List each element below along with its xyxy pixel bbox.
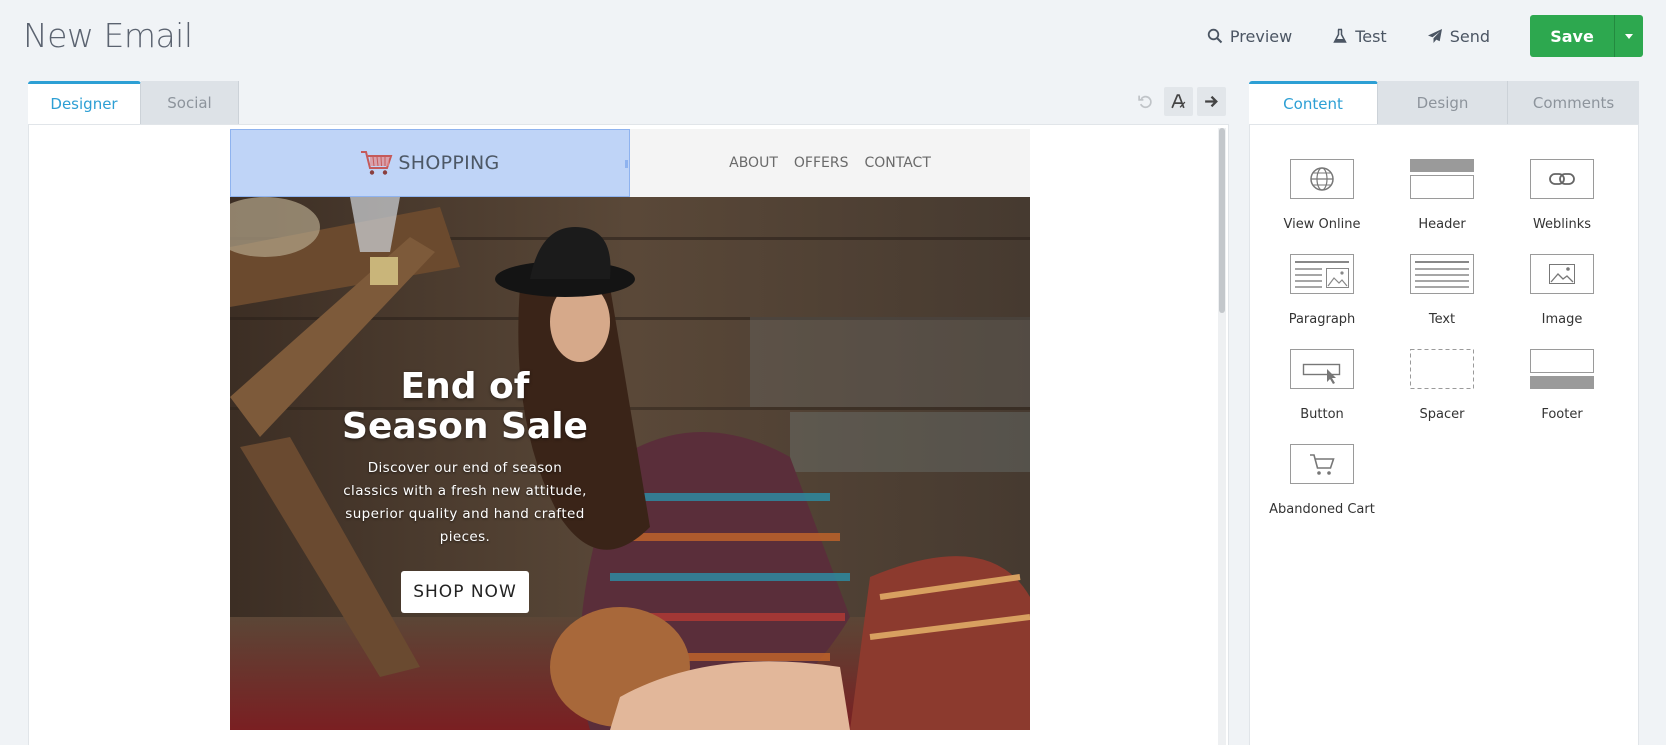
tab-content[interactable]: Content [1249, 81, 1378, 124]
forward-button[interactable] [1197, 87, 1226, 116]
email-brand-block[interactable]: SHOPPING [230, 129, 630, 197]
hero-description: Discover our end of season classics with… [343, 460, 587, 545]
text-block-icon [1410, 254, 1474, 294]
block-view-online[interactable]: View Online [1262, 159, 1382, 232]
save-button[interactable]: Save [1530, 15, 1614, 57]
block-weblinks[interactable]: Weblinks [1502, 159, 1622, 232]
image-block-icon [1530, 254, 1594, 294]
font-settings-button[interactable] [1164, 87, 1193, 116]
content-blocks: View Online Header Weblinks Paragraph Te… [1250, 159, 1640, 517]
hero-title-line-1: End of [400, 366, 530, 407]
block-spacer[interactable]: Spacer [1382, 349, 1502, 422]
scrollbar-thumb[interactable] [1219, 128, 1225, 313]
test-button[interactable]: Test [1332, 27, 1387, 46]
shop-now-button[interactable]: SHOP NOW [401, 571, 529, 613]
paragraph-block-icon [1290, 254, 1354, 294]
tab-design[interactable]: Design [1378, 81, 1508, 124]
email-nav-contact[interactable]: CONTACT [864, 155, 930, 171]
editor-toolbar [1131, 87, 1226, 116]
editor-tabs: Designer Social [28, 81, 1229, 124]
cart-icon [1290, 444, 1354, 484]
link-icon [1530, 159, 1594, 199]
globe-icon [1290, 159, 1354, 199]
block-footer[interactable]: Footer [1502, 349, 1622, 422]
email-header: SHOPPING ABOUT OFFERS CONTACT [230, 129, 1030, 197]
block-text[interactable]: Text [1382, 254, 1502, 327]
block-label: Weblinks [1532, 217, 1592, 232]
footer-block-icon [1530, 349, 1594, 389]
email-nav: ABOUT OFFERS CONTACT [630, 129, 1030, 197]
block-label: View Online [1283, 217, 1361, 232]
header-block-icon [1410, 159, 1474, 199]
tab-comments[interactable]: Comments [1508, 81, 1639, 124]
side-panel: Content Design Comments View Online Head… [1249, 81, 1639, 745]
paper-plane-icon [1427, 29, 1442, 43]
block-button[interactable]: Button [1262, 349, 1382, 422]
block-label: Abandoned Cart [1269, 502, 1375, 517]
email-canvas: SHOPPING ABOUT OFFERS CONTACT End of Sea… [230, 129, 1030, 730]
test-label: Test [1355, 26, 1387, 46]
page-title: New Email [23, 16, 193, 55]
block-label: Text [1428, 312, 1456, 327]
block-label: Button [1300, 407, 1344, 422]
email-brand-name: SHOPPING [398, 152, 500, 174]
email-hero[interactable]: End of Season Sale Discover our end of s… [230, 197, 1030, 730]
block-label: Header [1418, 217, 1466, 232]
hero-copy: End of Season Sale Discover our end of s… [340, 367, 590, 613]
content-blocks-panel: View Online Header Weblinks Paragraph Te… [1249, 124, 1639, 745]
flask-icon [1333, 28, 1347, 43]
block-abandoned-cart[interactable]: Abandoned Cart [1262, 444, 1382, 517]
preview-button[interactable]: Preview [1207, 27, 1292, 46]
hero-title: End of Season Sale [340, 367, 590, 447]
block-label: Footer [1541, 407, 1583, 422]
caret-down-icon [1625, 33, 1633, 39]
editor-scrollbar[interactable] [1218, 128, 1226, 745]
top-actions: Preview Test Send Save [1207, 15, 1643, 57]
tab-designer[interactable]: Designer [28, 81, 141, 124]
block-label: Image [1541, 312, 1583, 327]
hero-title-line-2: Season Sale [342, 406, 588, 447]
search-icon [1207, 28, 1223, 44]
button-block-icon [1290, 349, 1354, 389]
preview-label: Preview [1229, 26, 1293, 46]
font-icon [1171, 94, 1186, 109]
email-nav-about[interactable]: ABOUT [729, 155, 778, 171]
side-tabs: Content Design Comments [1249, 81, 1639, 124]
send-button[interactable]: Send [1427, 27, 1490, 46]
undo-button[interactable] [1131, 87, 1160, 116]
spacer-block-icon [1410, 349, 1474, 389]
block-header[interactable]: Header [1382, 159, 1502, 232]
arrow-right-icon [1205, 95, 1218, 108]
block-image[interactable]: Image [1502, 254, 1622, 327]
email-nav-offers[interactable]: OFFERS [794, 155, 849, 171]
save-group: Save [1530, 15, 1643, 57]
block-label: Paragraph [1288, 312, 1356, 327]
save-options-button[interactable] [1614, 15, 1643, 57]
tab-social[interactable]: Social [141, 81, 239, 124]
undo-icon [1138, 95, 1152, 109]
shopping-cart-icon [361, 151, 393, 175]
block-label: Spacer [1419, 407, 1465, 422]
resize-handle[interactable] [625, 160, 628, 168]
block-paragraph[interactable]: Paragraph [1262, 254, 1382, 327]
send-label: Send [1449, 26, 1490, 46]
